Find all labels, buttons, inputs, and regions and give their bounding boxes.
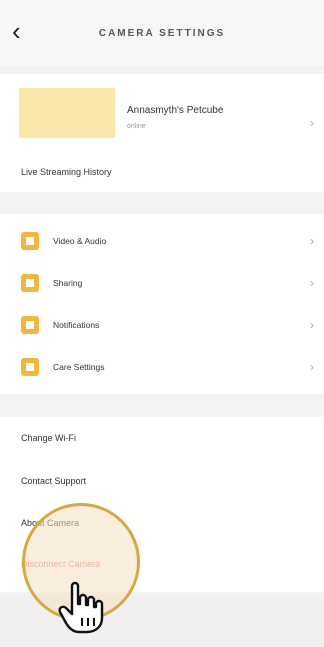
disconnect-camera-row[interactable]: Disconnect Camera [0, 550, 324, 580]
video-audio-row[interactable]: Video & Audio › [0, 223, 324, 259]
camera-status: online [127, 123, 146, 130]
change-wifi-label: Change Wi-Fi [21, 433, 77, 443]
top-bar: ‹ CAMERA SETTINGS [0, 0, 324, 66]
contact-support-row[interactable]: Contact Support [0, 467, 324, 497]
about-camera-row[interactable]: About Camera [0, 509, 324, 539]
notifications-icon [21, 316, 39, 334]
disconnect-camera-label: Disconnect Camera [21, 559, 101, 569]
camera-name: Annasmyth's Petcube [127, 105, 224, 116]
sharing-label: Sharing [53, 278, 83, 288]
video-audio-label: Video & Audio [53, 236, 107, 246]
notifications-row[interactable]: Notifications › [0, 307, 324, 343]
chevron-right-icon: › [310, 116, 314, 130]
camera-row[interactable]: Annasmyth's Petcube online › [0, 82, 324, 142]
sharing-icon [21, 274, 39, 292]
chevron-right-icon: › [310, 276, 314, 290]
live-streaming-history-row[interactable]: Live Streaming History [0, 158, 324, 188]
care-icon [21, 358, 39, 376]
care-settings-label: Care Settings [53, 362, 105, 372]
device-section: Change Wi-Fi Contact Support About Camer… [0, 417, 324, 592]
live-streaming-history-label: Live Streaming History [21, 167, 112, 177]
video-icon [21, 232, 39, 250]
chevron-left-icon: ‹ [12, 16, 21, 46]
care-settings-row[interactable]: Care Settings › [0, 349, 324, 385]
change-wifi-row[interactable]: Change Wi-Fi [0, 424, 324, 454]
chevron-right-icon: › [310, 318, 314, 332]
bottom-area [0, 595, 324, 647]
about-camera-label: About Camera [21, 518, 80, 528]
back-button[interactable]: ‹ [12, 16, 36, 46]
notifications-label: Notifications [53, 320, 100, 330]
settings-section: Video & Audio › Sharing › Notifications … [0, 214, 324, 394]
page-title: CAMERA SETTINGS [98, 27, 226, 39]
chevron-right-icon: › [310, 234, 314, 248]
sharing-row[interactable]: Sharing › [0, 265, 324, 301]
camera-thumbnail [19, 88, 115, 138]
contact-support-label: Contact Support [21, 476, 87, 486]
camera-section: Annasmyth's Petcube online › Live Stream… [0, 74, 324, 192]
chevron-right-icon: › [310, 360, 314, 374]
